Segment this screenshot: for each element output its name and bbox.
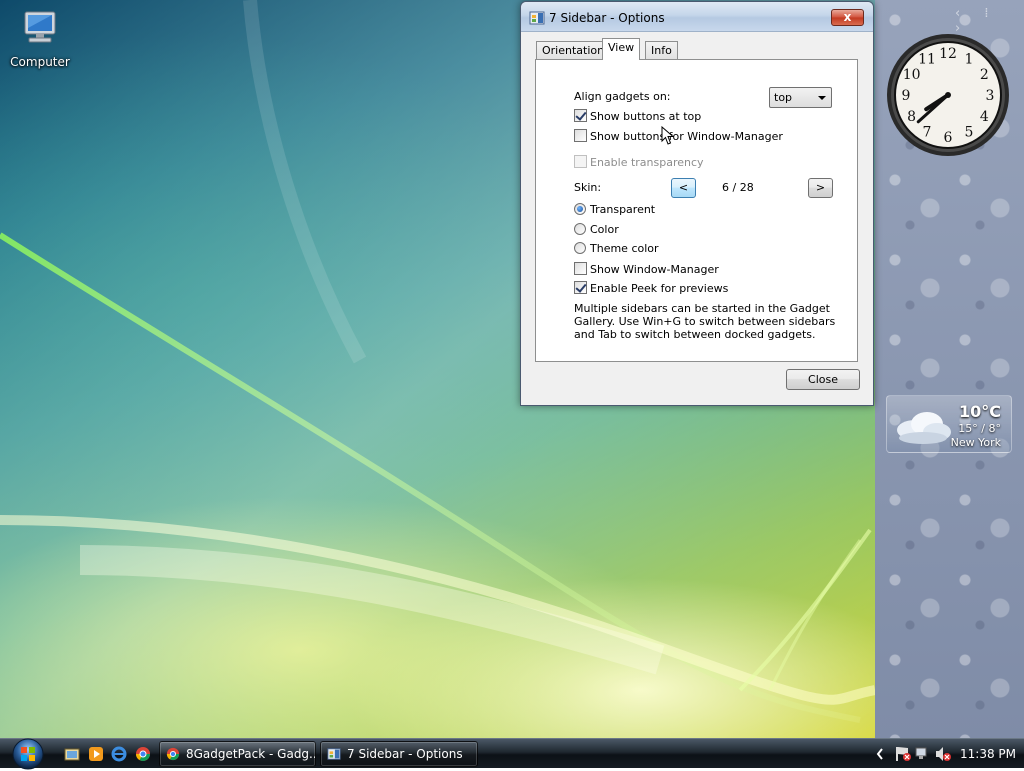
close-button[interactable]: Close — [786, 369, 860, 390]
show-hidden-icons-icon[interactable] — [876, 748, 883, 760]
computer-icon — [24, 11, 56, 43]
dialog-title: 7 Sidebar - Options — [549, 11, 665, 25]
sidebar-app-icon — [529, 11, 545, 25]
start-button[interactable] — [6, 735, 50, 771]
clock-number: 2 — [980, 67, 989, 83]
clock-number: 6 — [944, 130, 953, 146]
options-dialog: 7 Sidebar - Options x Orientation View I… — [520, 1, 874, 406]
align-gadgets-label: Align gadgets on: — [574, 90, 671, 103]
skin-next-button[interactable]: > — [808, 178, 833, 198]
cloud-icon — [897, 412, 951, 444]
taskbar: 8GadgetPack - Gadg... 7 Sidebar - Option… — [0, 735, 1024, 771]
align-gadgets-value: top — [774, 91, 793, 104]
weather-temperature: 10°C — [958, 402, 1001, 421]
network-icon[interactable] — [915, 747, 927, 759]
radio-transparent-option[interactable]: Transparent — [574, 203, 655, 216]
sidebar-app-icon — [327, 748, 341, 760]
weather-gadget[interactable]: 10°C 15° / 8° New York — [886, 395, 1012, 453]
enable-peek-label: Enable Peek for previews — [590, 282, 729, 295]
radio-color-option[interactable]: Color — [574, 223, 619, 236]
media-player-icon[interactable] — [88, 746, 104, 762]
radio-transparent[interactable] — [574, 203, 586, 215]
show-window-manager-checkbox[interactable] — [574, 262, 587, 275]
clock-number: 10 — [903, 67, 921, 83]
clock-number: 12 — [939, 46, 957, 62]
show-buttons-wm-label: Show buttons for Window-Manager — [590, 130, 783, 143]
mouse-cursor-icon — [661, 126, 675, 145]
clock-number: 11 — [918, 52, 936, 68]
clock-number: 1 — [965, 52, 974, 68]
desktop-icon-label: Computer — [10, 55, 70, 69]
view-tab-panel: Align gadgets on: top Show buttons at to… — [535, 59, 858, 362]
show-buttons-top-label: Show buttons at top — [590, 110, 702, 123]
show-buttons-top-checkbox[interactable] — [574, 109, 587, 122]
show-buttons-wm-option[interactable]: Show buttons for Window-Manager — [574, 129, 783, 143]
clock-number: 8 — [907, 109, 916, 125]
clock-number: 5 — [965, 124, 974, 140]
show-window-manager-label: Show Window-Manager — [590, 263, 719, 276]
clock-time[interactable]: 11:38 PM — [960, 747, 1016, 761]
radio-color-label: Color — [590, 223, 619, 236]
enable-peek-option[interactable]: Enable Peek for previews — [574, 281, 728, 295]
volume-muted-icon[interactable] — [936, 747, 951, 761]
chrome-icon — [166, 747, 180, 761]
show-window-manager-option[interactable]: Show Window-Manager — [574, 262, 719, 276]
radio-theme-color[interactable] — [574, 242, 586, 254]
action-center-flag-icon[interactable] — [896, 747, 911, 761]
weather-range: 15° / 8° — [958, 422, 1001, 435]
info-text: Multiple sidebars can be started in the … — [574, 302, 836, 341]
taskbar-task-label: 8GadgetPack - Gadg... — [186, 747, 316, 761]
desktop-computer-shortcut[interactable]: Computer — [8, 8, 72, 69]
tab-view[interactable]: View — [602, 38, 641, 60]
radio-color[interactable] — [574, 223, 586, 235]
chrome-icon[interactable] — [135, 746, 151, 762]
tab-orientation[interactable]: Orientation — [536, 41, 611, 60]
radio-theme-color-label: Theme color — [590, 242, 659, 255]
show-buttons-top-option[interactable]: Show buttons at top — [574, 109, 701, 123]
taskbar-task-gadgetpack[interactable]: 8GadgetPack - Gadg... — [159, 741, 316, 767]
clock-number: 9 — [902, 88, 911, 104]
show-desktop-icon[interactable] — [64, 746, 80, 762]
radio-theme-color-option[interactable]: Theme color — [574, 242, 659, 255]
taskbar-task-label: 7 Sidebar - Options — [347, 747, 463, 761]
clock-number: 7 — [923, 124, 932, 140]
chevron-down-icon — [818, 96, 826, 100]
skin-previous-button[interactable]: < — [671, 178, 696, 198]
enable-transparency-checkbox — [574, 155, 587, 168]
weather-city: New York — [950, 436, 1001, 449]
taskbar-task-sidebar-options[interactable]: 7 Sidebar - Options — [320, 741, 478, 767]
skin-counter: 6 / 28 — [722, 181, 754, 194]
internet-explorer-icon[interactable] — [111, 746, 127, 762]
clock-gadget[interactable]: 12 12 3 45678 9 1011 — [885, 32, 1011, 158]
enable-transparency-label: Enable transparency — [590, 156, 704, 169]
close-icon: x — [843, 10, 852, 24]
enable-peek-checkbox[interactable] — [574, 281, 587, 294]
tab-info[interactable]: Info — [645, 41, 678, 60]
align-gadgets-select[interactable]: top — [769, 87, 832, 108]
enable-transparency-option: Enable transparency — [574, 155, 704, 169]
skin-label: Skin: — [574, 181, 602, 194]
clock-number: 3 — [986, 88, 995, 104]
system-tray — [876, 747, 951, 761]
clock-number: 4 — [980, 109, 989, 125]
dialog-titlebar[interactable]: 7 Sidebar - Options x — [521, 2, 873, 32]
radio-transparent-label: Transparent — [590, 203, 656, 216]
show-buttons-wm-checkbox[interactable] — [574, 129, 587, 142]
close-window-button[interactable]: x — [831, 9, 864, 26]
